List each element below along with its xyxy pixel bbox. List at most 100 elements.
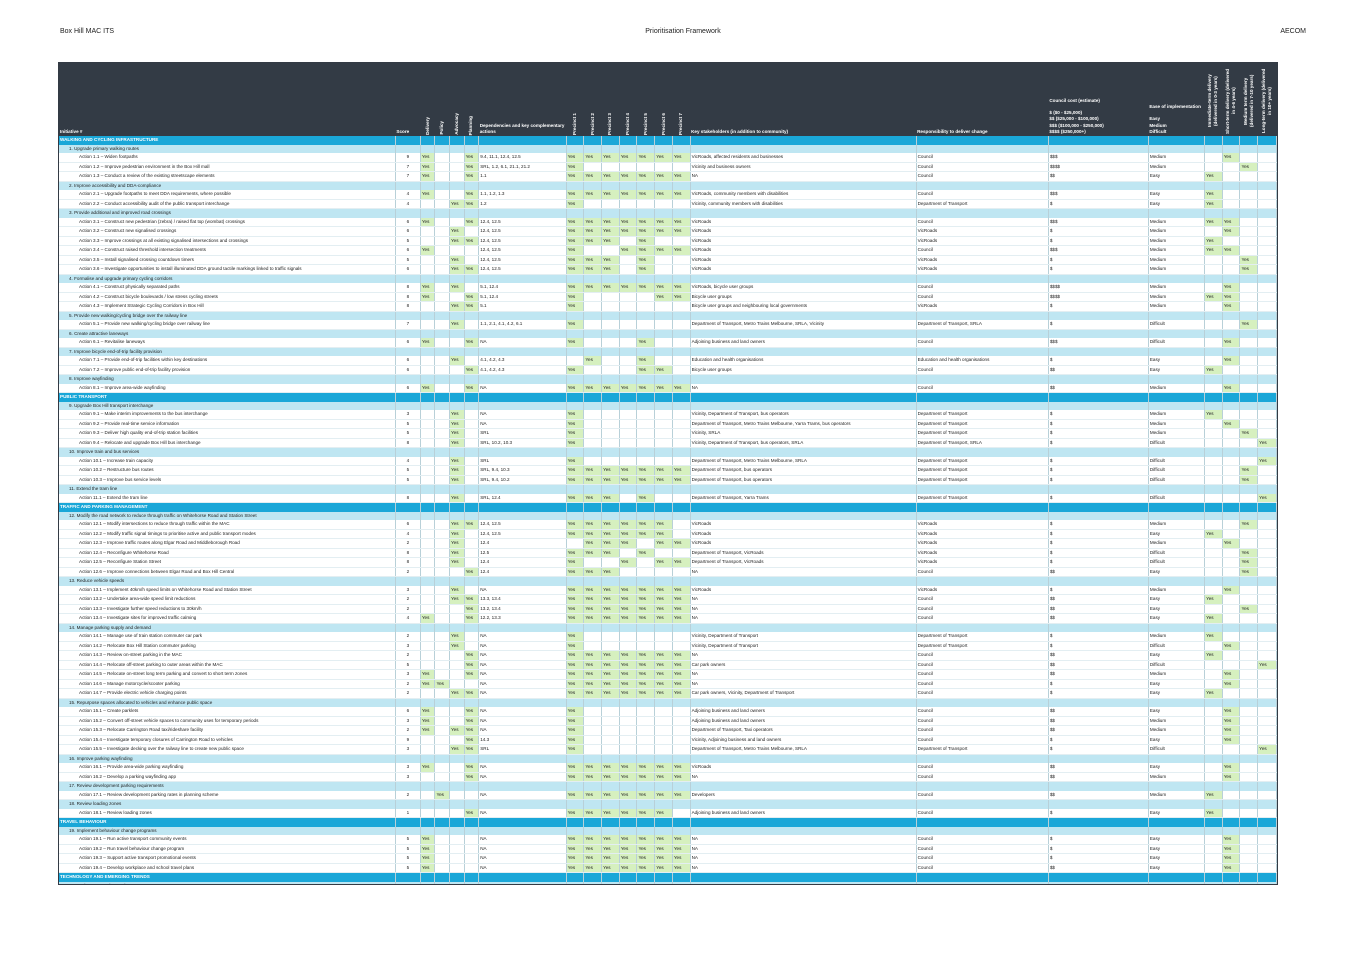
empty-cell — [395, 881, 421, 884]
empty-cell — [449, 347, 465, 356]
action-row: Action 7.2 – Improve public end-of-trip … — [59, 365, 1277, 375]
precinct-7-cell — [672, 338, 691, 348]
planning-cell: Yes — [464, 236, 480, 246]
stakeholders-cell: Adjoining business and land owners — [690, 716, 917, 726]
long-term-cell — [1257, 190, 1277, 200]
planning-cell: Yes — [464, 735, 480, 745]
empty-cell — [654, 623, 673, 632]
cost-cell: $ — [1048, 438, 1149, 448]
medium-term-cell — [1239, 301, 1259, 312]
immediate-term-cell — [1204, 538, 1223, 549]
empty-cell — [916, 781, 1049, 791]
empty-cell — [566, 347, 585, 356]
ease-cell: Medium — [1148, 538, 1206, 549]
empty-cell — [619, 872, 638, 882]
cost-cell: $ — [1048, 255, 1149, 265]
empty-cell — [672, 208, 691, 218]
action-row: Action 4.1 – Construct physically separa… — [59, 283, 1277, 293]
precinct-2-cell: Yes — [583, 538, 603, 549]
empty-cell — [690, 698, 917, 707]
score-cell: 3 — [395, 410, 421, 420]
empty-cell — [1222, 502, 1241, 512]
empty-cell — [1048, 401, 1149, 410]
empty-cell — [583, 136, 603, 145]
responsibility-cell: Council — [916, 613, 1049, 624]
precinct-6-cell: Yes — [654, 585, 673, 595]
action-name: Action 4.2 – Construct bicycle boulevard… — [59, 292, 396, 302]
short-term-cell — [1222, 264, 1241, 275]
medium-term-cell — [1239, 226, 1259, 237]
empty-cell — [583, 511, 603, 520]
cost-cell: $ — [1048, 585, 1149, 595]
ease-cell: Medium — [1148, 428, 1206, 439]
empty-cell — [1204, 181, 1223, 190]
empty-cell — [449, 623, 465, 632]
document-header-brand: AECOM — [1280, 28, 1306, 35]
empty-cell — [672, 799, 691, 809]
precinct-1-cell: Yes — [566, 465, 585, 476]
empty-cell — [636, 781, 656, 791]
medium-term-cell — [1239, 853, 1259, 864]
document-header-title: Prioritisation Framework — [645, 28, 721, 35]
cost-cell: $ — [1048, 226, 1149, 237]
precinct-5-cell — [636, 428, 656, 439]
dependencies-cell: NA — [478, 853, 567, 864]
empty-cell — [619, 144, 638, 153]
immediate-term-cell — [1204, 493, 1223, 503]
precinct-2-cell: Yes — [583, 844, 603, 854]
policy-cell — [434, 199, 451, 209]
empty-cell — [434, 447, 451, 457]
objective-row: 10. Improve train and bus services — [59, 447, 1277, 457]
precinct-4-cell: Yes — [619, 835, 638, 845]
delivery-cell: Yes — [420, 171, 436, 182]
empty-cell — [1222, 136, 1241, 145]
precinct-5-cell — [636, 410, 656, 420]
empty-cell — [566, 576, 585, 586]
dependencies-cell: NA — [478, 650, 567, 661]
precinct-1-cell: Yes — [566, 383, 585, 393]
empty-cell — [1239, 329, 1259, 338]
responsibility-cell: Council — [916, 171, 1049, 182]
precinct-5-cell: Yes — [636, 226, 656, 237]
dependencies-cell: NA — [478, 585, 567, 595]
precinct-4-cell — [619, 744, 638, 755]
score-cell: 5 — [395, 844, 421, 854]
planning-cell: Yes — [464, 301, 480, 312]
precinct-1-cell: Yes — [566, 585, 585, 595]
advocacy-cell: Yes — [449, 688, 465, 699]
score-cell: 8 — [395, 548, 421, 558]
planning-cell: Yes — [464, 669, 480, 680]
empty-cell — [1048, 872, 1149, 882]
delivery-cell — [420, 226, 436, 237]
empty-cell — [478, 576, 567, 586]
policy-cell — [434, 594, 451, 605]
precinct-5-cell: Yes — [636, 264, 656, 275]
precinct-3-cell: Yes — [601, 853, 620, 864]
immediate-term-cell — [1204, 153, 1223, 163]
empty-cell — [449, 817, 465, 827]
objective-row: 1. Upgrade primary walking routes — [59, 144, 1277, 153]
empty-cell — [1204, 623, 1223, 632]
planning-cell: Yes — [464, 264, 480, 275]
medium-term-cell — [1239, 844, 1259, 854]
empty-cell — [916, 502, 1049, 512]
empty-cell — [1239, 511, 1259, 520]
cost-cell: $ — [1048, 520, 1149, 530]
empty-cell — [1048, 623, 1149, 632]
precinct-5-cell: Yes — [636, 790, 656, 800]
empty-cell — [601, 754, 620, 763]
empty-cell — [1222, 484, 1241, 494]
empty-cell — [1222, 698, 1241, 707]
action-row: Action 17.1 – Review development parking… — [59, 790, 1277, 800]
immediate-term-cell — [1204, 264, 1223, 275]
empty-cell — [566, 144, 585, 153]
policy-cell — [434, 338, 451, 348]
ease-cell: Difficult — [1148, 744, 1206, 755]
ease-cell: Medium — [1148, 772, 1206, 782]
empty-cell — [636, 817, 656, 827]
empty-cell — [395, 576, 421, 586]
long-term-cell — [1257, 245, 1277, 256]
empty-cell — [395, 872, 421, 882]
responsibility-cell: Council — [916, 217, 1049, 227]
delivery-cell — [420, 744, 436, 755]
